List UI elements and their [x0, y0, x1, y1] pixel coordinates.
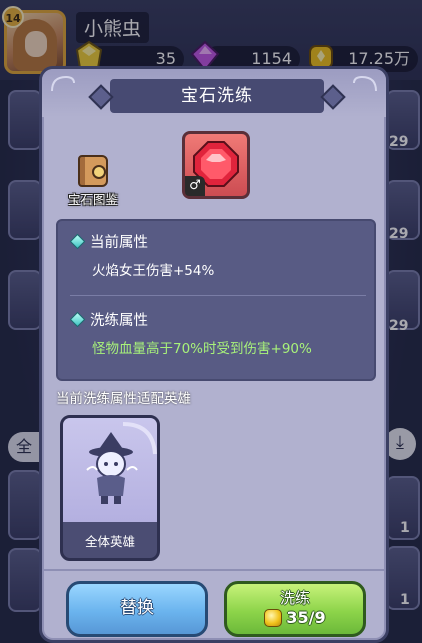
current-attr-value: 火焰女王伤害+54% [92, 263, 215, 279]
gem-codex-button[interactable]: 宝石图鉴 [58, 155, 128, 207]
corner-ornament-icon [353, 75, 377, 92]
refine-attr-heading: 洗练属性 [69, 309, 148, 330]
replace-button-label: 替换 [120, 598, 154, 618]
divider [70, 295, 366, 296]
current-attr-heading: 当前属性 [69, 231, 148, 252]
diamond-bullet-icon [69, 311, 86, 328]
hero-card[interactable]: 全体英雄 [60, 415, 160, 561]
diamond-bullet-icon [69, 233, 86, 250]
hero-silhouette-icon [86, 422, 157, 504]
replace-button[interactable]: 替换 [66, 581, 208, 637]
hero-card-name: 全体英雄 [84, 534, 135, 549]
refine-button-label: 洗练 [279, 589, 310, 607]
refine-button[interactable]: 洗练 35/9 [224, 581, 366, 637]
gem-gender-tag: ♂ [185, 176, 205, 196]
divider [42, 569, 386, 571]
gold-crystal-icon [264, 608, 283, 627]
gem-slot[interactable]: ♂ [182, 131, 250, 199]
hero-section-title: 当前洗练属性适配英雄 [56, 391, 191, 407]
book-icon [78, 155, 108, 187]
current-attr-heading-label: 当前属性 [90, 235, 148, 251]
gem-codex-label: 宝石图鉴 [67, 192, 118, 207]
corner-ornament-icon [51, 75, 75, 92]
refine-cost-value: 35/9 [286, 608, 326, 627]
gem-refine-dialog: 宝石洗练 宝石图鉴 ♂ 当前属性 火焰女王伤害+54% 洗练属性 怪物血量高于7… [39, 66, 389, 643]
dialog-title: 宝石洗练 [110, 79, 324, 113]
refine-attr-value: 怪物血量高于70%时受到伤害+90% [92, 341, 312, 357]
refine-attr-heading-label: 洗练属性 [90, 313, 148, 329]
hero-portrait [63, 418, 157, 522]
attribute-panel: 当前属性 火焰女王伤害+54% 洗练属性 怪物血量高于70%时受到伤害+90% [56, 219, 376, 381]
refine-cost: 35/9 [227, 608, 363, 627]
